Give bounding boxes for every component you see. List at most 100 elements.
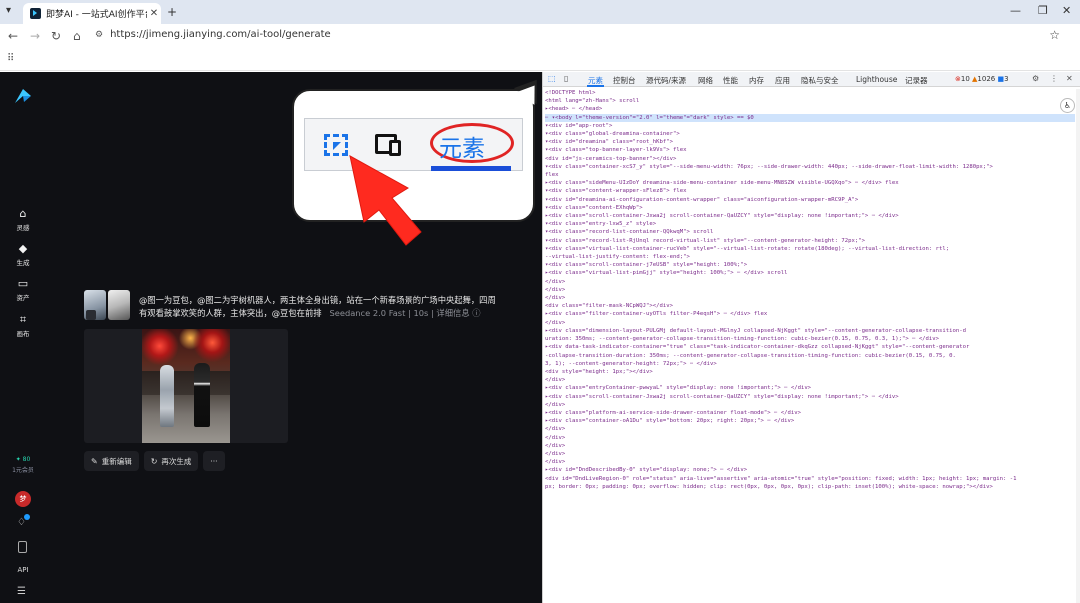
tab-privacy-security[interactable]: 隐私与安全	[801, 75, 839, 86]
tab-console[interactable]: 控制台	[613, 75, 636, 86]
dom-tree-line[interactable]: </div>	[545, 425, 1075, 433]
dom-tree-line[interactable]: ▸<div data-task-indicator-container="tru…	[545, 343, 1075, 351]
dom-tree-line[interactable]: </div>	[545, 294, 1075, 302]
dom-tree-line[interactable]: ▸<head> ⋯ </head>	[545, 105, 1075, 113]
dom-tree-line[interactable]: --virtual-list-justify-content: flex-end…	[545, 253, 1075, 261]
back-icon[interactable]: ←	[8, 29, 18, 43]
issue-counters[interactable]: ⊗10 ▲1026 ■3	[955, 75, 1009, 83]
dom-tree-line[interactable]: <div id="js-ceramics-top-banner"></div>	[545, 155, 1075, 163]
dom-tree-line[interactable]: </div>	[545, 458, 1075, 466]
reedit-button[interactable]: ✎ 重新编辑	[84, 451, 139, 471]
dom-tree-line[interactable]: </div>	[545, 376, 1075, 384]
nav-item-assets[interactable]: ▭ 资产	[0, 277, 46, 302]
dom-tree-line[interactable]: uration: 350ms; --content-generator-coll…	[545, 335, 1075, 343]
menu-icon[interactable]: ☰	[17, 586, 26, 597]
nav-item-canvas[interactable]: ⌗ 画布	[0, 313, 46, 338]
dom-tree-line[interactable]: ▾<div class="container-xcS7_y" style="--…	[545, 163, 1075, 171]
minimize-icon[interactable]: —	[1010, 4, 1021, 17]
tab-search-icon[interactable]: ▾	[6, 5, 11, 16]
dom-tree-line[interactable]: px; border: 0px; padding: 0px; overflow:…	[545, 483, 1075, 491]
dom-tree-line[interactable]: </div>	[545, 442, 1075, 450]
dom-tree-line[interactable]: </div>	[545, 401, 1075, 409]
dom-tree-line[interactable]: <div id="DndLiveRegion-0" role="status" …	[545, 475, 1075, 483]
dom-tree-line[interactable]: ▸<div class="virtual-list-pimGjj" style=…	[545, 269, 1075, 277]
dom-tree-line[interactable]: </div>	[545, 286, 1075, 294]
dom-tree-line[interactable]: ▾<div id="dreamina-ai-configuration-cont…	[545, 196, 1075, 204]
maximize-icon[interactable]: ❐	[1038, 4, 1048, 17]
dom-tree-line[interactable]: ▾<div class="record-list-RjUnql record-v…	[545, 237, 1075, 245]
dom-tree-line[interactable]: ▸<div class="filter-container-uyOTls fil…	[545, 310, 1075, 318]
generated-video[interactable]	[84, 329, 288, 443]
dom-tree-line[interactable]: <div class="filter-mask-NCpWQJ"></div>	[545, 302, 1075, 310]
dom-tree-line[interactable]: <!DOCTYPE html>	[545, 89, 1075, 97]
new-tab-icon[interactable]: +	[167, 5, 177, 19]
dom-tree-line[interactable]: ▾<div id="app-root">	[545, 122, 1075, 130]
nav-item-generate[interactable]: ◆ 生成	[0, 242, 46, 267]
forward-icon[interactable]: →	[30, 29, 40, 43]
dom-tree-line[interactable]: </div>	[545, 278, 1075, 286]
details-link[interactable]: 详细信息	[436, 308, 469, 318]
reload-icon[interactable]: ↻	[51, 29, 61, 43]
dom-tree-line[interactable]: ▸<div class="dimension-layout-PULGMj def…	[545, 327, 1075, 335]
dom-tree-line[interactable]: 3, 1); --content-generator-height: 72px;…	[545, 360, 1075, 368]
tab-recorder[interactable]: 记录器	[905, 75, 928, 86]
dom-tree-line[interactable]: ▸<div class="platform-ai-service-side-dr…	[545, 409, 1075, 417]
tab-close-icon[interactable]: ✕	[147, 8, 161, 19]
dom-tree-line[interactable]: </div>	[545, 434, 1075, 442]
prompt-text-block: @图一为豆包，@图二为宇树机器人，两主体全身出镜，站在一个新春场景的广场中央起舞…	[139, 295, 496, 318]
reference-image-thumbnails[interactable]	[84, 290, 132, 322]
home-icon[interactable]: ⌂	[73, 29, 81, 43]
browser-tab[interactable]: 即梦AI - 一站式AI创作平台 ✕	[23, 3, 161, 24]
device-toolbar-icon[interactable]: ▯	[564, 74, 568, 83]
more-button[interactable]: ···	[203, 451, 225, 471]
accessibility-icon[interactable]: ♿	[1060, 98, 1075, 113]
mobile-app-icon[interactable]	[18, 541, 27, 553]
dom-tree-line[interactable]: ▾<div class="record-list-container-QQkwq…	[545, 228, 1075, 236]
tab-lighthouse[interactable]: Lighthouse	[856, 75, 897, 84]
dom-tree-line[interactable]: ▸<div class="container-oA1Du" style="bot…	[545, 417, 1075, 425]
dom-tree[interactable]: <!DOCTYPE html> <html lang="zh-Hans"> scr…	[545, 89, 1075, 491]
tab-sources[interactable]: 源代码/来源	[646, 75, 686, 86]
dom-tree-line[interactable]: ▸<div id="DndDescribedBy-0" style="displ…	[545, 466, 1075, 474]
close-devtools-icon[interactable]: ✕	[1066, 74, 1073, 83]
dom-tree-line[interactable]: flex	[545, 171, 1075, 179]
tab-application[interactable]: 应用	[775, 75, 790, 86]
dom-tree-line[interactable]: ▾<div class="content-EXhqWp">	[545, 204, 1075, 212]
dom-tree-line[interactable]: </div>	[545, 319, 1075, 327]
close-window-icon[interactable]: ✕	[1062, 4, 1071, 17]
dom-tree-line[interactable]: ▾<div id="dreamina" class="root_hKbf">	[545, 138, 1075, 146]
dom-tree-line[interactable]: <html lang="zh-Hans"> scroll	[545, 97, 1075, 105]
site-info-icon[interactable]: ⚙	[95, 30, 103, 40]
more-options-icon[interactable]: ⋮	[1050, 74, 1058, 83]
apps-grid-icon[interactable]: ⠿	[7, 53, 14, 64]
dom-tree-line[interactable]: ▾<div class="virtual-list-container-rucV…	[545, 245, 1075, 253]
dom-tree-line[interactable]: ▾<div class="global-dreamina-container">	[545, 130, 1075, 138]
api-link[interactable]: API	[0, 566, 46, 574]
dom-tree-line[interactable]: ▸<div class="entryContainer-pwwyaL" styl…	[545, 384, 1075, 392]
dom-tree-line[interactable]: ▾<div class="scroll-container-j7eUSB" st…	[545, 261, 1075, 269]
nav-item-inspiration[interactable]: ⌂ 灵感	[0, 207, 46, 232]
dom-tree-line[interactable]: </div>	[545, 450, 1075, 458]
settings-gear-icon[interactable]: ⚙	[1032, 74, 1039, 83]
dom-tree-line[interactable]: ▸<div class="scroll-container-Jxwa2j scr…	[545, 212, 1075, 220]
bookmark-star-icon[interactable]: ☆	[1049, 28, 1060, 42]
devtools-scrollbar[interactable]	[1076, 89, 1080, 603]
regenerate-button[interactable]: ↻ 再次生成	[143, 451, 199, 471]
inspect-element-icon[interactable]: ⬚	[548, 74, 556, 83]
dom-tree-line[interactable]: ▾<div class="content-wrapper-sFlez8"> fl…	[545, 187, 1075, 195]
url-field[interactable]: ⚙ https://jimeng.jianying.com/ai-tool/ge…	[95, 29, 331, 40]
avatar[interactable]: 梦	[15, 491, 31, 507]
dom-tree-line[interactable]: ▸<div class="sideMenu-UIzDoY dreamina-si…	[545, 179, 1075, 187]
dom-tree-line[interactable]: ▾<div class="top-banner-layer-lk9Vs"> fl…	[545, 146, 1075, 154]
jimeng-logo-icon[interactable]	[14, 88, 32, 104]
dom-tree-line[interactable]: ▾<div class="entry-lxw5_z" style>	[545, 220, 1075, 228]
credits-badge[interactable]: ✦ 80 1元会员	[0, 456, 46, 474]
dom-tree-line[interactable]: -collapse-transition-duration: 350ms; --…	[545, 352, 1075, 360]
dom-tree-line[interactable]: ⋯ ▾<body l="theme-version"="2.0" l="them…	[545, 113, 1075, 122]
tab-memory[interactable]: 内存	[749, 75, 764, 86]
tab-network[interactable]: 网络	[698, 75, 713, 86]
tab-performance[interactable]: 性能	[723, 75, 738, 86]
dom-tree-line[interactable]: ▸<div class="scroll-container-Jxwa2j scr…	[545, 393, 1075, 401]
notification-bell-icon[interactable]: ♢	[17, 514, 30, 528]
dom-tree-line[interactable]: <div style="height: 1px;"></div>	[545, 368, 1075, 376]
